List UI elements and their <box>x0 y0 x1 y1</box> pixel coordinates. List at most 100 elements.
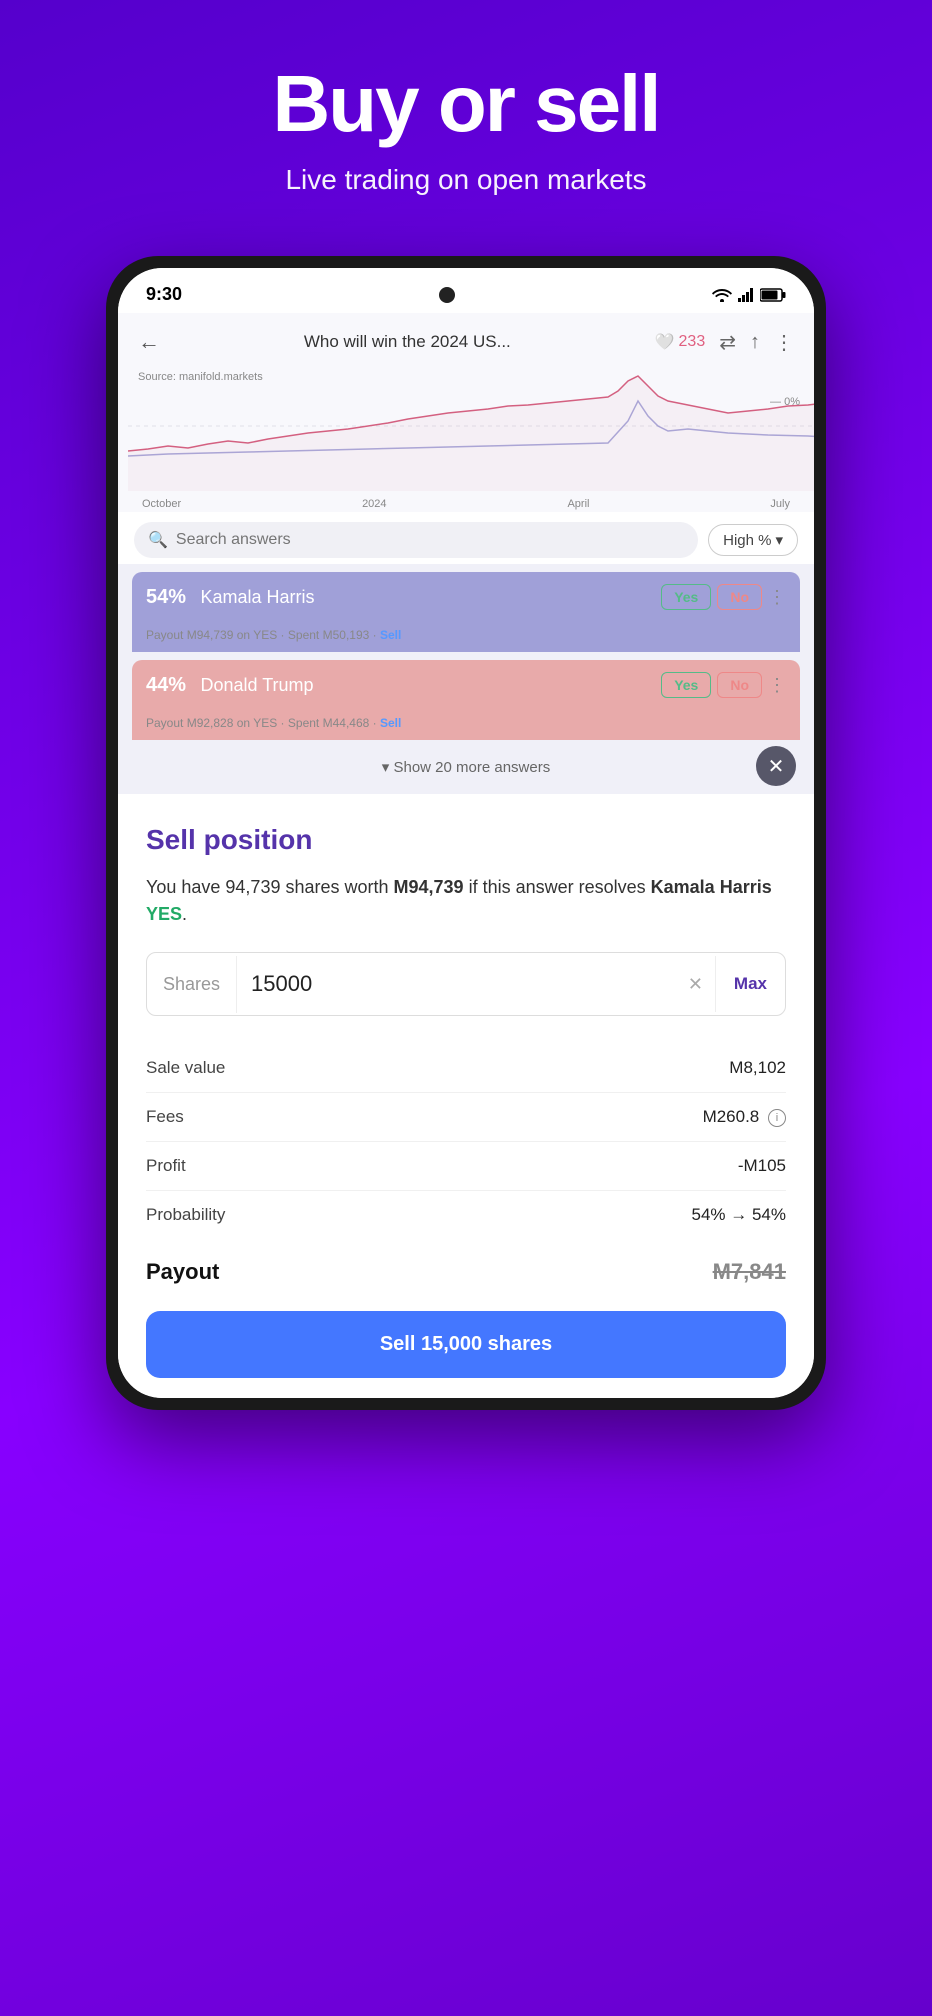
battery-icon <box>760 288 786 302</box>
no-button-kamala[interactable]: No <box>717 584 762 610</box>
answer-main-trump: 44% Donald Trump Yes No ⋮ <box>132 660 800 710</box>
filter-label: High % <box>723 532 771 549</box>
x-label-2024: 2024 <box>362 498 386 510</box>
summary-row-fees: Fees M260.8 i <box>146 1093 786 1142</box>
chart-x-labels: October 2024 April July <box>128 496 804 512</box>
hero-subtitle: Live trading on open markets <box>40 164 892 196</box>
chart-section: ← Who will win the 2024 US... 🤍 233 ⇄ ↑ … <box>118 313 814 512</box>
payout-on-kamala: on YES · Spent <box>237 628 323 642</box>
yes-button-trump[interactable]: Yes <box>661 672 711 698</box>
answer-btns-trump: Yes No ⋮ <box>661 672 786 698</box>
phone-wrapper: 9:30 <box>106 256 826 1410</box>
shares-value[interactable]: 15000 <box>237 953 676 1015</box>
heart-button[interactable]: 🤍 233 <box>655 332 706 352</box>
chart-source: Source: manifold.markets <box>138 371 263 383</box>
fees-label: Fees <box>146 1107 184 1127</box>
answers-section: 54% Kamala Harris Yes No ⋮ Payout M94,73… <box>118 564 814 794</box>
payout-on-trump: on YES · Spent <box>237 716 323 730</box>
x-label-april: April <box>567 498 589 510</box>
status-camera <box>439 287 455 303</box>
answer-btns-kamala: Yes No ⋮ <box>661 584 786 610</box>
summary-row-probability: Probability 54% → 54% <box>146 1191 786 1239</box>
sell-desc-1: You have 94,739 shares worth <box>146 877 394 897</box>
answer-name-trump: Donald Trump <box>200 675 313 695</box>
fees-info-icon[interactable]: i <box>768 1109 786 1127</box>
sell-desc-2: if this answer resolves <box>464 877 651 897</box>
fees-value: M260.8 i <box>703 1107 786 1127</box>
sell-link-trump[interactable]: Sell <box>380 716 401 730</box>
shares-clear-icon[interactable]: ✕ <box>676 974 715 995</box>
chart-zero-label: — 0% <box>770 396 800 408</box>
answer-name-kamala: Kamala Harris <box>200 587 314 607</box>
shares-input-row[interactable]: Shares 15000 ✕ Max <box>146 952 786 1016</box>
answer-details-kamala: Payout M94,739 on YES · Spent M50,193 · … <box>132 622 800 652</box>
payout-value-kamala: M94,739 <box>187 628 234 642</box>
search-icon: 🔍 <box>148 530 168 550</box>
more-icon-trump[interactable]: ⋮ <box>768 675 786 696</box>
sell-desc-answer: Kamala Harris <box>651 877 772 897</box>
answer-pct-trump: 44% <box>146 674 186 696</box>
answer-row-kamala: 54% Kamala Harris Yes No ⋮ Payout M94,73… <box>132 572 800 652</box>
back-button[interactable]: ← <box>138 329 160 355</box>
hero-title: Buy or sell <box>40 60 892 148</box>
profit-value: -M105 <box>738 1156 786 1176</box>
sell-desc-resolve: YES <box>146 904 182 924</box>
sell-description: You have 94,739 shares worth M94,739 if … <box>146 874 786 928</box>
sell-title: Sell position <box>146 824 786 856</box>
close-button[interactable]: ✕ <box>756 746 796 786</box>
probability-label: Probability <box>146 1205 225 1225</box>
share-icon[interactable]: ↑ <box>750 331 760 354</box>
payout-row: Payout M7,841 <box>146 1239 786 1291</box>
x-label-october: October <box>142 498 181 510</box>
signal-icon <box>738 288 754 302</box>
chart-actions: 🤍 233 ⇄ ↑ ⋮ <box>655 330 794 355</box>
x-label-july: July <box>770 498 790 510</box>
status-icons <box>712 288 786 302</box>
shares-max-button[interactable]: Max <box>715 956 785 1012</box>
answer-main-kamala: 54% Kamala Harris Yes No ⋮ <box>132 572 800 622</box>
answer-pct-kamala: 54% <box>146 586 186 608</box>
heart-icon: 🤍 <box>655 332 675 352</box>
summary-row-profit: Profit -M105 <box>146 1142 786 1191</box>
answer-info-trump: 44% Donald Trump <box>146 674 314 697</box>
status-bar: 9:30 <box>118 268 814 313</box>
spent-value-kamala: M50,193 <box>323 628 370 642</box>
probability-value: 54% → 54% <box>692 1205 787 1225</box>
separator-kamala: · <box>373 628 380 642</box>
chart-header: ← Who will win the 2024 US... 🤍 233 ⇄ ↑ … <box>118 323 814 361</box>
answer-row-trump: 44% Donald Trump Yes No ⋮ Payout M92,828… <box>132 660 800 740</box>
answers-overlay: 54% Kamala Harris Yes No ⋮ Payout M94,73… <box>118 564 814 794</box>
filter-button[interactable]: High % ▾ <box>708 524 798 556</box>
separator-trump: · <box>373 716 380 730</box>
payout-label-trump: Payout <box>146 716 187 730</box>
heart-count: 233 <box>679 333 706 351</box>
sell-link-kamala[interactable]: Sell <box>380 628 401 642</box>
status-time: 9:30 <box>146 284 182 305</box>
payout-value-trump: M92,828 <box>187 716 234 730</box>
sale-value-value: M8,102 <box>729 1058 786 1078</box>
payout-value: M7,841 <box>713 1259 786 1285</box>
more-icon-kamala[interactable]: ⋮ <box>768 587 786 608</box>
no-button-trump[interactable]: No <box>717 672 762 698</box>
show-more-button[interactable]: ▾ Show 20 more answers <box>132 748 800 786</box>
search-input[interactable] <box>176 531 684 549</box>
phone-screen: 9:30 <box>118 268 814 1398</box>
sale-value-label: Sale value <box>146 1058 225 1078</box>
payout-label: Payout <box>146 1259 219 1285</box>
sell-button[interactable]: Sell 15,000 shares <box>146 1311 786 1378</box>
spent-value-trump: M44,468 <box>323 716 370 730</box>
answer-details-trump: Payout M92,828 on YES · Spent M44,468 · … <box>132 710 800 740</box>
summary-section: Sale value M8,102 Fees M260.8 i Profit -… <box>146 1044 786 1239</box>
chart-container: Source: manifold.markets — 0% October <box>118 361 814 512</box>
payout-label-kamala: Payout <box>146 628 187 642</box>
summary-row-sale-value: Sale value M8,102 <box>146 1044 786 1093</box>
search-bar[interactable]: 🔍 <box>134 522 698 558</box>
filter-chevron-icon: ▾ <box>775 531 783 549</box>
wifi-icon <box>712 288 732 302</box>
chart-title: Who will win the 2024 US... <box>170 332 645 352</box>
answer-info-kamala: 54% Kamala Harris <box>146 586 315 609</box>
yes-button-kamala[interactable]: Yes <box>661 584 711 610</box>
repost-icon[interactable]: ⇄ <box>719 330 736 355</box>
more-icon[interactable]: ⋮ <box>774 330 794 355</box>
search-section: 🔍 High % ▾ <box>118 512 814 564</box>
